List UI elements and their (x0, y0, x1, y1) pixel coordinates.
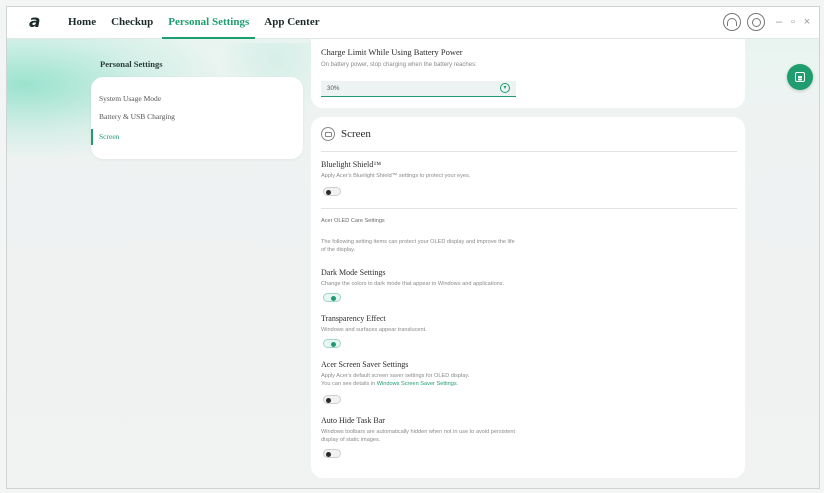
side-panel-icon[interactable] (787, 64, 813, 90)
settings-circle-icon[interactable] (747, 13, 765, 31)
transparency-description: Windows and surfaces appear translucent. (321, 327, 427, 333)
bluelight-title: Bluelight Shield™ (321, 160, 382, 169)
auto-hide-toggle[interactable] (323, 449, 341, 458)
screen-saver-text-end: . (456, 381, 459, 387)
oled-care-description-line-1: The following setting items can protect … (321, 239, 515, 245)
nav-personal-settings[interactable]: Personal Settings (162, 7, 256, 39)
dark-mode-title: Dark Mode Settings (321, 268, 386, 277)
screen-card-header: Screen (321, 127, 371, 141)
restore-button[interactable]: ▫ (787, 16, 799, 28)
oled-care-description: The following setting items can protect … (321, 238, 601, 254)
transparency-toggle[interactable] (323, 339, 341, 348)
dark-mode-description: Change the colors to dark mode that appe… (321, 281, 505, 287)
headset-icon[interactable] (723, 13, 741, 31)
charge-limit-value: 30% (327, 85, 340, 92)
oled-care-section-label: Acer OLED Care Settings (321, 218, 385, 224)
screen-settings-card: Screen Bluelight Shield™ Apply Acer's Bl… (311, 117, 745, 478)
minimize-button[interactable]: – (773, 16, 785, 28)
charge-limit-description: On battery power, stop charging when the… (321, 62, 477, 68)
screen-saver-toggle[interactable] (323, 395, 341, 404)
sidebar-item-battery-usb-charging[interactable]: Battery & USB Charging (99, 111, 175, 123)
auto-hide-description-line-2: display of static images. (321, 437, 381, 443)
auto-hide-description-line-1: Windows toolbars are automatically hidde… (321, 429, 516, 435)
app-window: a Home Checkup Personal Settings App Cen… (6, 6, 820, 489)
screen-saver-title: Acer Screen Saver Settings (321, 360, 409, 369)
sidebar-item-screen[interactable]: Screen (99, 131, 119, 143)
sidebar-title: Personal Settings (100, 59, 163, 69)
divider (321, 208, 737, 209)
nav-checkup[interactable]: Checkup (105, 7, 159, 39)
sidebar-active-indicator (91, 129, 93, 145)
battery-charge-card: Charge Limit While Using Battery Power O… (311, 39, 745, 108)
nav-home[interactable]: Home (62, 7, 102, 39)
charge-limit-title: Charge Limit While Using Battery Power (321, 47, 463, 57)
nav-app-center[interactable]: App Center (258, 7, 325, 39)
charge-limit-select[interactable]: 30% ▾ (321, 81, 516, 97)
bluelight-description: Apply Acer's Bluelight Shield™ settings … (321, 173, 471, 179)
divider (321, 151, 737, 152)
windows-screen-saver-link[interactable]: Windows Screen Saver Settings (377, 381, 457, 387)
screen-saver-description-line-2: You can see details in Windows Screen Sa… (321, 380, 601, 388)
screen-saver-description-line-1: Apply Acer's default screen saver settin… (321, 373, 470, 379)
sidebar-item-system-usage-mode[interactable]: System Usage Mode (99, 93, 161, 105)
top-right-controls: – ▫ × (723, 13, 813, 31)
chevron-down-icon: ▾ (500, 83, 510, 93)
close-button[interactable]: × (801, 16, 813, 28)
bluelight-toggle[interactable] (323, 187, 341, 196)
top-bar: a Home Checkup Personal Settings App Cen… (7, 7, 819, 39)
monitor-icon (321, 127, 335, 141)
screen-saver-text: You can see details in (321, 381, 377, 387)
main-nav: Home Checkup Personal Settings App Cente… (62, 7, 329, 39)
oled-care-description-line-2: of the display. (321, 247, 356, 253)
acer-logo: a (29, 12, 41, 32)
auto-hide-description: Windows toolbars are automatically hidde… (321, 428, 601, 444)
sidebar-menu: System Usage Mode Battery & USB Charging… (91, 77, 303, 159)
dark-mode-toggle[interactable] (323, 293, 341, 302)
transparency-title: Transparency Effect (321, 314, 386, 323)
screen-card-title: Screen (341, 128, 371, 140)
auto-hide-title: Auto Hide Task Bar (321, 416, 385, 425)
screen-saver-description: Apply Acer's default screen saver settin… (321, 372, 601, 388)
